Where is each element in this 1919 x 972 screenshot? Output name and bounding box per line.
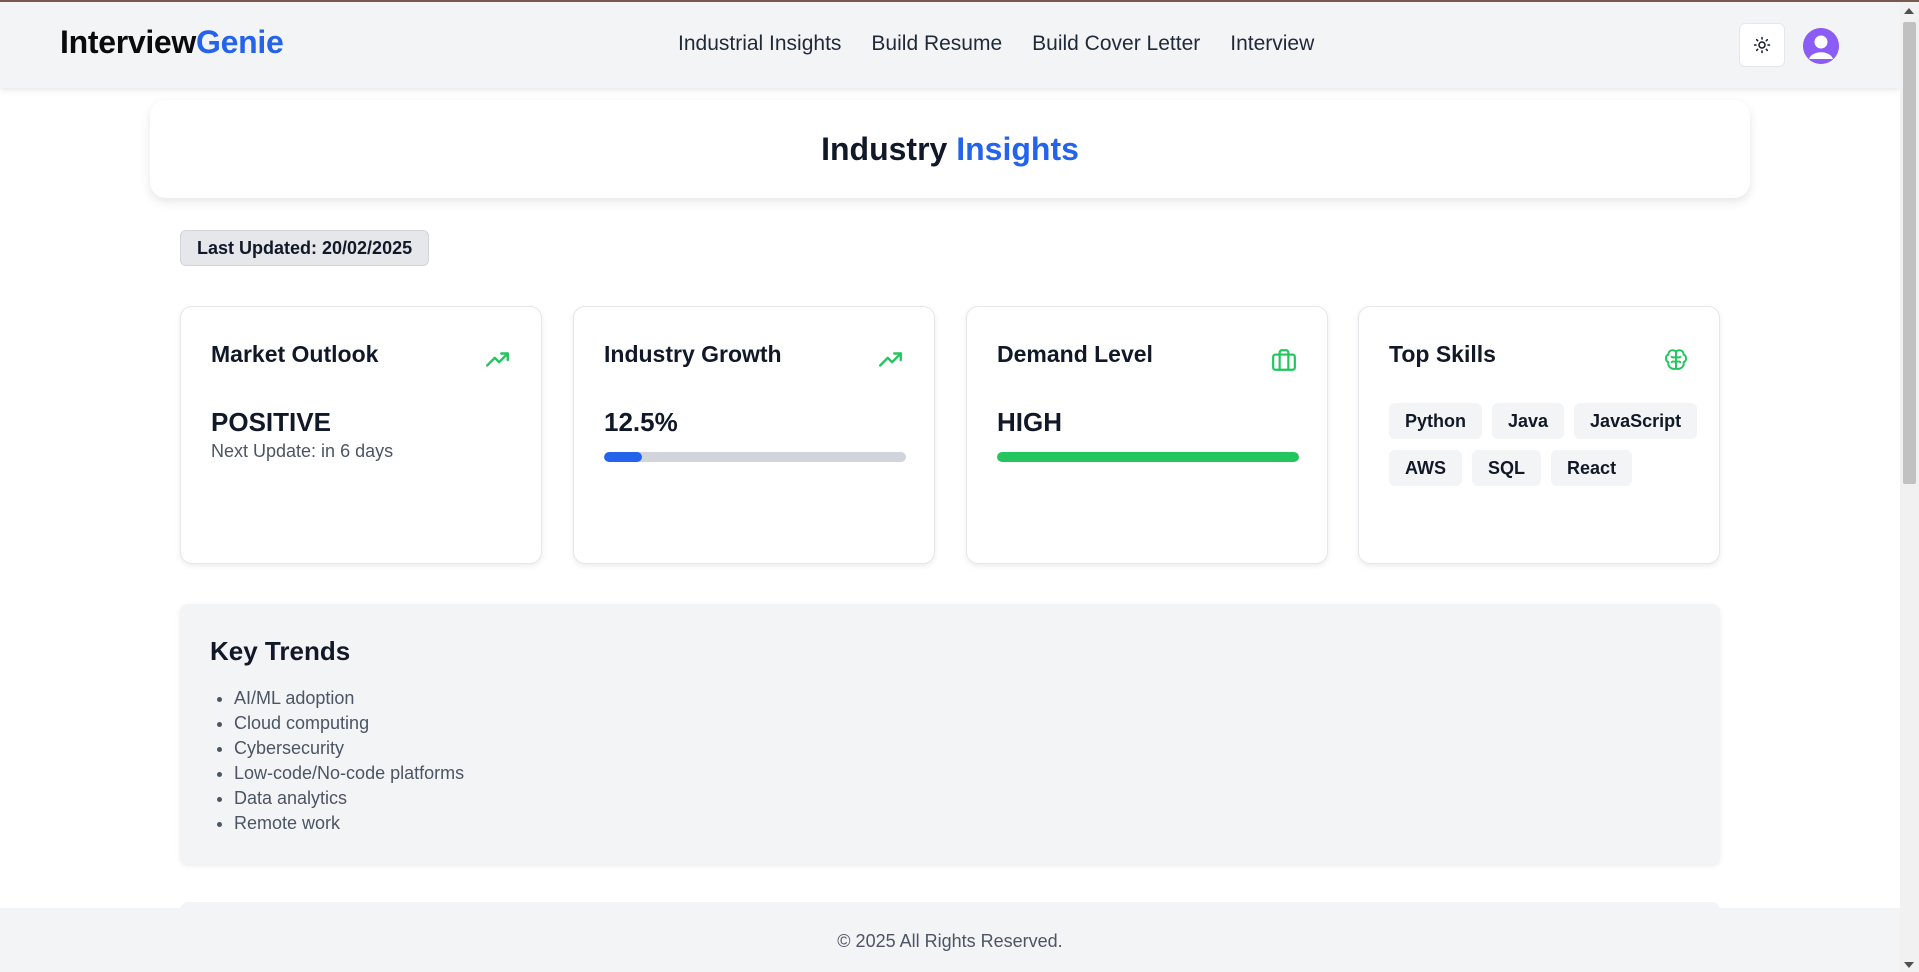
- skill-chip: React: [1551, 450, 1633, 486]
- market-outlook-value: POSITIVE: [211, 407, 331, 437]
- scroll-thumb[interactable]: [1903, 22, 1916, 484]
- scroll-down-arrow-icon[interactable]: [1904, 962, 1914, 968]
- page-scrollbar[interactable]: [1900, 2, 1919, 972]
- brand-part2: Genie: [196, 24, 284, 60]
- nav-links: Industrial Insights Build Resume Build C…: [678, 32, 1314, 56]
- page-title-part2: Insights: [956, 130, 1079, 167]
- last-updated-badge: Last Updated: 20/02/2025: [180, 230, 430, 266]
- trend-item: Cybersecurity: [234, 736, 464, 761]
- theme-toggle-button[interactable]: [1739, 23, 1785, 67]
- industry-growth-title: Industry Growth: [604, 341, 782, 367]
- brand-logo[interactable]: InterviewGenie: [60, 24, 284, 61]
- next-update-text: Next Update: in 6 days: [211, 441, 394, 461]
- demand-level-card: Demand Level HIGH: [966, 306, 1328, 564]
- user-avatar-icon: [1803, 28, 1839, 64]
- key-trends-list: AI/ML adoption Cloud computing Cybersecu…: [234, 686, 464, 836]
- trend-item: Data analytics: [234, 786, 464, 811]
- brand-part1: Interview: [60, 24, 197, 60]
- navbar: InterviewGenie Industrial Insights Build…: [0, 2, 1900, 88]
- skill-chip: Java: [1492, 403, 1565, 439]
- industry-growth-card: Industry Growth 12.5%: [573, 306, 935, 564]
- skill-chip: JavaScript: [1574, 403, 1698, 439]
- brain-icon: [1665, 349, 1687, 370]
- trend-item: Remote work: [234, 811, 464, 836]
- nav-build-resume[interactable]: Build Resume: [871, 32, 1002, 56]
- footer: © 2025 All Rights Reserved.: [0, 908, 1900, 972]
- sun-icon: [1753, 36, 1771, 54]
- growth-progress-fill: [604, 452, 642, 462]
- demand-level-title: Demand Level: [997, 341, 1153, 367]
- briefcase-icon: [1272, 349, 1296, 371]
- page-title-card: Industry Insights: [150, 100, 1750, 198]
- user-avatar[interactable]: [1803, 28, 1839, 64]
- demand-progress-fill: [997, 452, 1299, 462]
- market-outlook-title: Market Outlook: [211, 341, 379, 367]
- trending-up-icon: [878, 352, 902, 367]
- demand-progress-bar: [997, 452, 1299, 462]
- top-skills-card: Top Skills Python Java JavaScript AWS SQ…: [1358, 306, 1720, 564]
- top-skills-title: Top Skills: [1389, 341, 1496, 367]
- key-trends-title: Key Trends: [210, 636, 351, 666]
- nav-build-cover-letter[interactable]: Build Cover Letter: [1032, 32, 1200, 56]
- trend-item: Low-code/No-code platforms: [234, 761, 464, 786]
- nav-industrial-insights[interactable]: Industrial Insights: [678, 32, 841, 56]
- market-outlook-card: Market Outlook POSITIVE Next Update: in …: [180, 306, 542, 564]
- demand-level-value: HIGH: [997, 407, 1062, 437]
- growth-progress-bar: [604, 452, 906, 462]
- page-title: Industry Insights: [821, 131, 1079, 168]
- trending-up-icon: [485, 352, 509, 367]
- copyright-text: © 2025 All Rights Reserved.: [837, 930, 1063, 951]
- trend-item: AI/ML adoption: [234, 686, 464, 711]
- skill-chip: AWS: [1389, 450, 1463, 486]
- skill-chip: Python: [1389, 403, 1482, 439]
- skill-chip: SQL: [1472, 450, 1542, 486]
- trend-item: Cloud computing: [234, 711, 464, 736]
- key-trends-card: Key Trends AI/ML adoption Cloud computin…: [180, 604, 1720, 864]
- scroll-up-arrow-icon[interactable]: [1904, 8, 1914, 14]
- skills-list: Python Java JavaScript AWS SQL React: [1389, 403, 1699, 486]
- page-title-part1: Industry: [821, 130, 948, 167]
- industry-growth-value: 12.5%: [604, 407, 678, 437]
- nav-interview[interactable]: Interview: [1230, 32, 1314, 56]
